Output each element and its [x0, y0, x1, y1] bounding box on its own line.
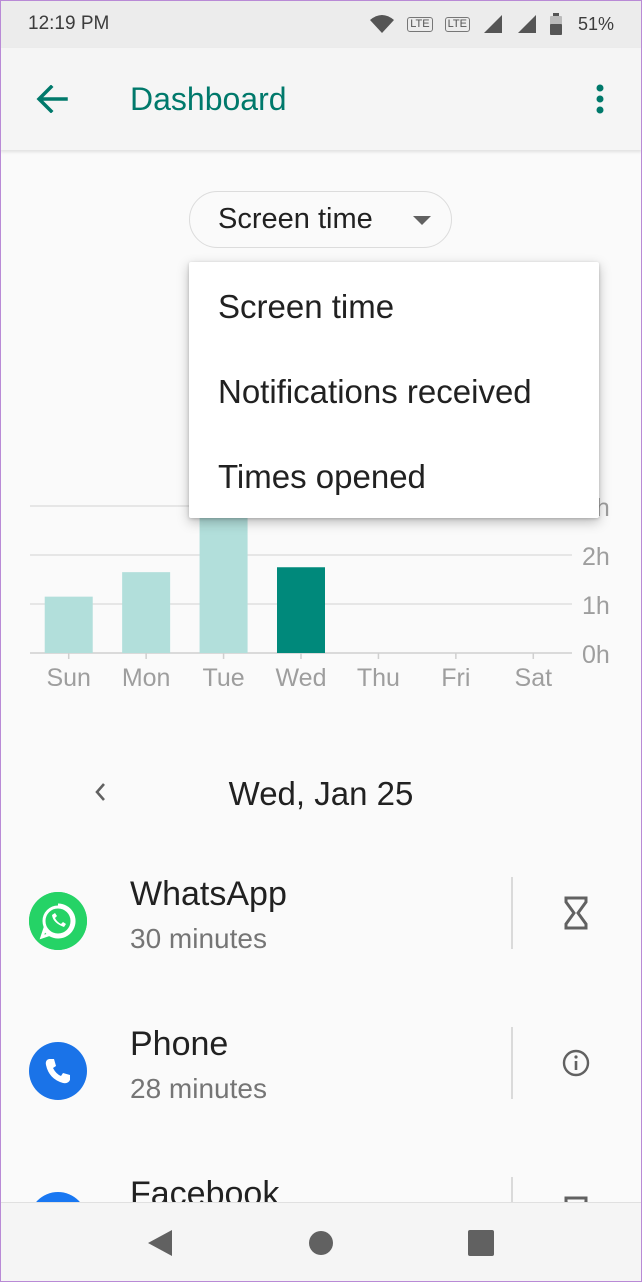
- sim1-lte-badge: LTE: [407, 16, 433, 32]
- app-usage: 30 minutes: [130, 923, 267, 954]
- phone-icon: [29, 1042, 87, 1100]
- metric-selector-value: Screen time: [218, 203, 373, 235]
- y-tick-label: 2h: [582, 543, 610, 571]
- system-nav-bar: [0, 1202, 642, 1282]
- app-name: WhatsApp: [130, 875, 287, 913]
- x-tick-label: Tue: [202, 664, 244, 692]
- sim2-lte-badge: LTE: [444, 16, 470, 32]
- more-vert-icon: [596, 84, 604, 114]
- bar-sun[interactable]: [44, 596, 93, 653]
- nav-recents-icon: [468, 1230, 494, 1256]
- status-icons: LTE LTE 51%: [369, 13, 614, 35]
- y-tick-label: 1h: [582, 592, 610, 620]
- row-divider: [511, 877, 513, 949]
- back-button[interactable]: [26, 73, 78, 125]
- nav-recents-button[interactable]: [461, 1223, 501, 1263]
- page-title: Dashboard: [130, 80, 287, 117]
- status-bar: 12:19 PM LTE LTE 51%: [0, 0, 642, 48]
- app-bar: Dashboard: [0, 48, 642, 150]
- app-name: Phone: [130, 1025, 229, 1063]
- app-row-whatsapp[interactable]: WhatsApp 30 minutes: [0, 855, 642, 985]
- row-divider: [511, 1027, 513, 1099]
- app-timer-button[interactable]: [548, 885, 604, 941]
- date-label: Wed, Jan 25: [228, 775, 414, 812]
- app-usage: 28 minutes: [130, 1073, 267, 1104]
- dropdown-caret-icon: [413, 216, 431, 225]
- signal-icon: [483, 15, 502, 33]
- metric-selector[interactable]: Screen time: [189, 191, 452, 248]
- nav-back-button[interactable]: [140, 1223, 180, 1263]
- date-navigation: Wed, Jan 25: [0, 760, 642, 826]
- nav-home-button[interactable]: [301, 1223, 341, 1263]
- x-tick-label: Thu: [357, 664, 400, 692]
- bar-mon[interactable]: [122, 572, 171, 653]
- menu-item-screen-time[interactable]: Screen time: [189, 264, 599, 349]
- app-info-button[interactable]: [548, 1035, 604, 1091]
- x-tick-label: Mon: [122, 664, 171, 692]
- menu-item-notifications-received[interactable]: Notifications received: [189, 349, 599, 434]
- signal-icon-2: [517, 15, 536, 33]
- arrow-back-icon: [36, 85, 68, 113]
- x-tick-label: Sat: [515, 664, 553, 692]
- x-tick-label: Wed: [276, 664, 327, 692]
- info-icon: [562, 1049, 590, 1077]
- hourglass-icon: [564, 896, 588, 930]
- bar-wed[interactable]: [277, 567, 325, 653]
- whatsapp-icon: [29, 892, 87, 950]
- x-tick-label: Fri: [441, 664, 470, 692]
- bar-tue[interactable]: [199, 496, 248, 653]
- nav-home-icon: [309, 1231, 333, 1255]
- y-tick-label: 0h: [582, 641, 610, 669]
- x-tick-label: Sun: [46, 664, 90, 692]
- status-time: 12:19 PM: [28, 13, 110, 34]
- nav-back-icon: [148, 1230, 172, 1256]
- battery-icon: [549, 13, 562, 35]
- battery-percent: 51%: [577, 13, 614, 34]
- more-options-button[interactable]: [580, 73, 620, 125]
- app-row-phone[interactable]: Phone 28 minutes: [0, 1005, 642, 1135]
- metric-menu: Screen time Notifications received Times…: [189, 262, 599, 518]
- wifi-icon: [370, 15, 395, 33]
- menu-item-times-opened[interactable]: Times opened: [189, 434, 599, 519]
